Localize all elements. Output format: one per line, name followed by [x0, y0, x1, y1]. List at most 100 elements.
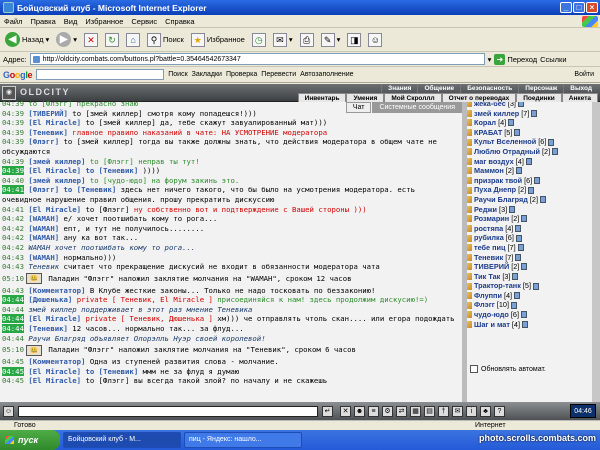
user-info-icon[interactable] [528, 186, 535, 194]
nav-communication[interactable]: Общение [417, 84, 460, 93]
user-info-icon[interactable] [515, 225, 522, 233]
minimize-icon[interactable]: _ [560, 2, 572, 13]
close-icon[interactable]: × [586, 2, 598, 13]
bookmarks-button[interactable]: Закладки [192, 71, 222, 78]
favorites-button[interactable]: ★ Избранное [189, 30, 247, 50]
private-message-icon[interactable] [467, 320, 472, 328]
chat-nick[interactable]: [змей киллер] [24, 157, 85, 166]
smiles-icon[interactable]: ☻ [354, 405, 365, 417]
user-list-item[interactable]: Шаг и мат [4] [467, 320, 592, 330]
user-list-item[interactable]: призрак твой [6] [467, 176, 592, 186]
user-info-icon[interactable] [517, 102, 524, 108]
translate-button[interactable]: Перевести [261, 71, 296, 78]
chat-nick[interactable]: [Дюшенька] [24, 295, 72, 304]
maximize-icon[interactable]: □ [573, 2, 585, 13]
tab-chat[interactable]: Чат [345, 102, 372, 113]
chat-nick[interactable]: [WAMAH] [24, 233, 59, 242]
user-list-item[interactable]: Тик Так [3] [467, 272, 592, 282]
taskbar-item-yandex[interactable]: пиц - Яндекс: нашло... [184, 432, 302, 448]
private-message-icon[interactable] [467, 301, 472, 309]
chat-nick[interactable]: [змей киллер] [24, 176, 85, 185]
user-name[interactable]: Корал [474, 118, 496, 128]
user-list-item[interactable]: Корал [4] [467, 118, 592, 128]
search-button[interactable]: ⚲ Поиск [145, 30, 186, 50]
tab-system-messages[interactable]: Системные сообщения [372, 102, 462, 113]
info-icon[interactable]: i [466, 405, 477, 417]
autofill-button[interactable]: Автозаполнение [300, 71, 353, 78]
history-button[interactable]: ◷ [250, 30, 268, 50]
chat-timestamp[interactable]: 04:39 [2, 109, 24, 118]
chat-nick[interactable]: [WAMAH] [24, 224, 59, 233]
chat-nick[interactable]: to [Теневик] [86, 367, 139, 376]
nav-knowledge[interactable]: Знания [381, 84, 417, 93]
user-name[interactable]: Пуха Днепр [474, 185, 516, 195]
user-list-item[interactable]: Культ Вселенной [6] [467, 137, 592, 147]
nav-security[interactable]: Безопасность [460, 84, 518, 93]
user-name[interactable]: жека-бес [474, 102, 506, 109]
chat-nick[interactable]: [El Miracle] [24, 166, 81, 175]
menu-help[interactable]: Справка [165, 17, 194, 26]
mail-chat-icon[interactable]: ✉ [452, 405, 463, 417]
user-info-icon[interactable] [508, 119, 515, 127]
private-message-icon[interactable] [467, 157, 472, 165]
user-name[interactable]: Флуппи [474, 291, 502, 301]
user-name[interactable]: маг воздух [474, 157, 514, 167]
chat-timestamp[interactable]: 04:39 [2, 166, 24, 176]
private-message-icon[interactable] [467, 292, 472, 300]
edit-button[interactable]: ✎ ▾ [319, 30, 343, 50]
back-button[interactable]: ◀ Назад ▾ [3, 30, 51, 50]
chat-nick[interactable]: [Флэгг] [24, 185, 59, 194]
menu-edit[interactable]: Правка [30, 17, 55, 26]
chat-timestamp[interactable]: 04:43 [2, 286, 24, 295]
stop-button[interactable]: ✕ [82, 30, 100, 50]
private-message-icon[interactable] [467, 272, 472, 280]
address-dropdown-icon[interactable]: ▾ [488, 55, 492, 64]
user-list-item[interactable]: Розмарин [2] [467, 214, 592, 224]
home-button[interactable]: ⌂ [124, 30, 142, 50]
user-list-item[interactable]: Флуппи [4] [467, 291, 592, 301]
private-message-icon[interactable] [467, 177, 472, 185]
user-list-item[interactable]: КРАБАТ [5] [467, 128, 592, 138]
chat-timestamp[interactable]: 04:42 [2, 224, 24, 233]
user-info-icon[interactable] [525, 157, 532, 165]
user-name[interactable]: Тик Так [474, 272, 500, 282]
user-info-icon[interactable] [512, 272, 519, 280]
user-info-icon[interactable] [521, 263, 528, 271]
user-name[interactable]: Розмарин [474, 214, 509, 224]
chat-timestamp[interactable]: 04:44 [2, 305, 24, 314]
private-message-icon[interactable] [467, 205, 472, 213]
quest-icon[interactable]: ? [494, 405, 505, 417]
address-input[interactable]: http://oldcity.combats.com/buttons.pl?ba… [29, 53, 485, 65]
user-name[interactable]: змей киллер [474, 109, 519, 119]
chat-nick[interactable]: [El Miracle] [24, 376, 81, 385]
chat-timestamp[interactable]: 04:45 [2, 376, 24, 385]
user-name[interactable]: ростяпа [474, 224, 503, 234]
user-list-item[interactable]: Пуха Днепр [2] [467, 185, 592, 195]
filter-icon[interactable]: ≡ [368, 405, 379, 417]
chat-nick[interactable]: [Теневик] [24, 128, 68, 137]
chat-nick[interactable]: [Флэгг] [24, 137, 59, 146]
user-list-item[interactable]: Флэгг [10] [467, 300, 592, 310]
user-info-icon[interactable] [515, 167, 522, 175]
chat-timestamp[interactable]: 04:39 [2, 99, 24, 108]
private-message-icon[interactable] [467, 186, 472, 194]
user-info-icon[interactable] [522, 320, 529, 328]
user-name[interactable]: Маммон [474, 166, 504, 176]
mail-button[interactable]: ✉ ▾ [271, 30, 295, 50]
google-logo[interactable]: Google [3, 70, 33, 80]
chat-timestamp[interactable]: 04:44 [2, 295, 24, 305]
user-list-item[interactable]: ТИВЕРИЙ [2] [467, 262, 592, 272]
emoticon-icon[interactable]: ☺ [3, 405, 14, 417]
chat-input[interactable] [18, 405, 318, 417]
nav-exit[interactable]: Выход [563, 84, 598, 93]
settings-icon[interactable]: ⚙ [382, 405, 393, 417]
book-icon[interactable]: ▤ [424, 405, 435, 417]
chat-timestamp[interactable]: 05:10 [2, 274, 24, 284]
discuss-button[interactable]: ◨ [345, 30, 363, 50]
chat-timestamp[interactable]: 04:42 [2, 214, 24, 223]
sword-icon[interactable]: † [438, 405, 449, 417]
private-message-icon[interactable] [467, 234, 472, 242]
private-message-icon[interactable] [467, 263, 472, 271]
chat-timestamp[interactable]: 04:39 [2, 118, 24, 127]
private-message-icon[interactable] [467, 148, 472, 156]
